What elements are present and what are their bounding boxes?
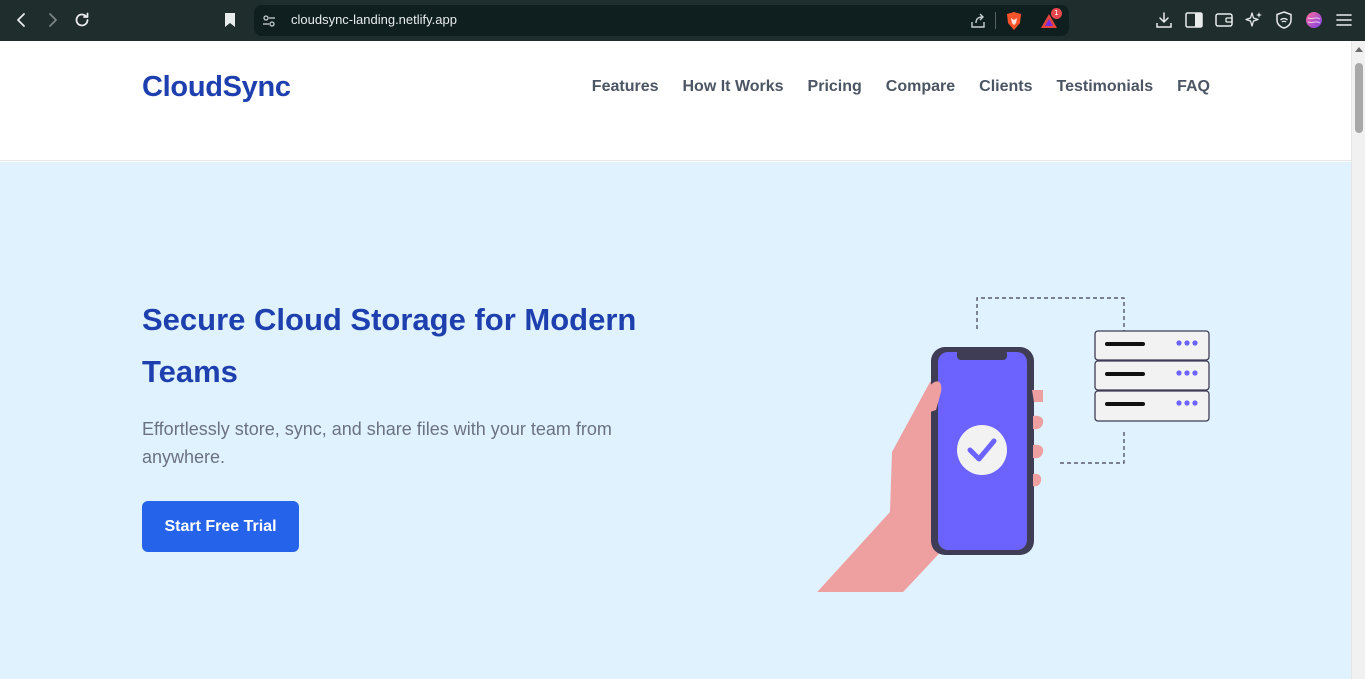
url-text[interactable]: cloudsync-landing.netlify.app (291, 12, 457, 27)
hand-icon (817, 377, 950, 592)
back-arrow-icon[interactable] (10, 8, 34, 32)
hero-illustration (817, 297, 1210, 592)
download-icon[interactable] (1153, 9, 1175, 31)
address-bar[interactable]: cloudsync-landing.netlify.app 1 (254, 5, 1069, 36)
scrollbar-thumb[interactable] (1355, 63, 1363, 133)
triangle-rewards-icon[interactable]: 1 (1039, 8, 1062, 31)
forward-arrow-icon[interactable] (40, 8, 64, 32)
reload-icon[interactable] (70, 8, 94, 32)
hero-section: Secure Cloud Storage for Modern Teams Ef… (0, 162, 1351, 679)
page-scrollbar[interactable] (1351, 41, 1365, 679)
tune-icon[interactable] (259, 11, 279, 31)
hero-subtitle: Effortlessly store, sync, and share file… (142, 419, 612, 467)
nav-link-features[interactable]: Features (592, 78, 659, 96)
lion-shield-icon[interactable] (1004, 11, 1024, 31)
share-icon[interactable] (968, 11, 988, 31)
start-free-trial-button[interactable]: Start Free Trial (142, 501, 299, 552)
vpn-icon[interactable] (1273, 9, 1295, 31)
nav-link-compare[interactable]: Compare (886, 78, 955, 96)
site-header: CloudSync Features How It Works Pricing … (0, 41, 1351, 161)
sparkle-icon[interactable] (1243, 9, 1265, 31)
page-viewport: CloudSync Features How It Works Pricing … (0, 41, 1351, 679)
bookmark-icon[interactable] (218, 8, 242, 32)
hamburger-menu-icon[interactable] (1333, 9, 1355, 31)
smartphone-icon (931, 347, 1034, 555)
scroll-up-arrow-icon[interactable] (1355, 47, 1363, 52)
nav-link-faq[interactable]: FAQ (1177, 78, 1210, 96)
sidebar-icon[interactable] (1183, 9, 1205, 31)
browser-toolbar: cloudsync-landing.netlify.app 1 (0, 0, 1365, 41)
nav-link-how-it-works[interactable]: How It Works (683, 78, 784, 96)
separator (995, 12, 996, 29)
server-stack-icon (1094, 330, 1210, 422)
nav-link-pricing[interactable]: Pricing (808, 78, 862, 96)
notification-badge: 1 (1051, 8, 1062, 19)
profile-avatar-icon[interactable] (1303, 9, 1325, 31)
nav-link-clients[interactable]: Clients (979, 78, 1032, 96)
nav-link-testimonials[interactable]: Testimonials (1056, 78, 1153, 96)
main-nav: Features How It Works Pricing Compare Cl… (592, 78, 1210, 96)
wallet-icon[interactable] (1213, 9, 1235, 31)
site-logo[interactable]: CloudSync (142, 71, 291, 104)
hero-title: Secure Cloud Storage for Modern Teams (142, 302, 637, 389)
